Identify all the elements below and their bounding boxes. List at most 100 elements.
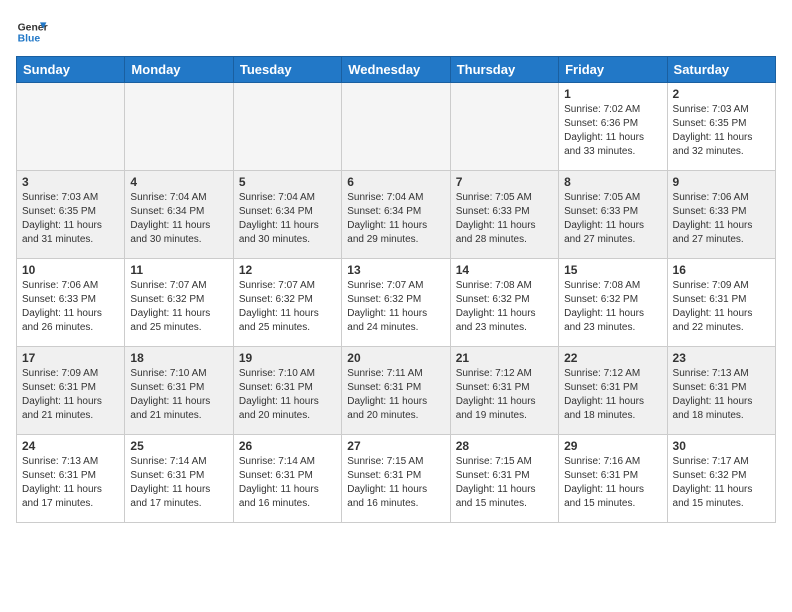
calendar-cell: 17 Sunrise: 7:09 AM Sunset: 6:31 PM Dayli… (17, 347, 125, 435)
calendar-cell: 19 Sunrise: 7:10 AM Sunset: 6:31 PM Dayli… (233, 347, 341, 435)
calendar-cell (125, 83, 233, 171)
calendar-table: SundayMondayTuesdayWednesdayThursdayFrid… (16, 56, 776, 523)
day-number: 7 (456, 175, 553, 189)
calendar-cell: 4Sunrise: 7:04 AM Sunset: 6:34 PM Daylig… (125, 171, 233, 259)
day-info: Sunrise: 7:11 AM Sunset: 6:31 PM Dayligh… (347, 367, 444, 423)
calendar-cell: 1Sunrise: 7:02 AM Sunset: 6:36 PM Daylig… (559, 83, 667, 171)
day-number: 30 (673, 439, 770, 453)
day-number: 27 (347, 439, 444, 453)
calendar-week-3: 10 Sunrise: 7:06 AM Sunset: 6:33 PM Dayli… (17, 259, 776, 347)
calendar-cell: 30 Sunrise: 7:17 AM Sunset: 6:32 PM Dayli… (667, 435, 775, 523)
day-info: Sunrise: 7:08 AM Sunset: 6:32 PM Dayligh… (456, 279, 553, 335)
calendar-cell: 14 Sunrise: 7:08 AM Sunset: 6:32 PM Dayli… (450, 259, 558, 347)
calendar-week-4: 17 Sunrise: 7:09 AM Sunset: 6:31 PM Dayli… (17, 347, 776, 435)
calendar-cell: 22 Sunrise: 7:12 AM Sunset: 6:31 PM Dayli… (559, 347, 667, 435)
day-number: 26 (239, 439, 336, 453)
calendar-cell: 3 Sunrise: 7:03 AM Sunset: 6:35 PM Daylig… (17, 171, 125, 259)
calendar-cell: 25 Sunrise: 7:14 AM Sunset: 6:31 PM Dayli… (125, 435, 233, 523)
calendar-week-5: 24Sunrise: 7:13 AM Sunset: 6:31 PM Dayli… (17, 435, 776, 523)
day-info: Sunrise: 7:15 AM Sunset: 6:31 PM Dayligh… (347, 455, 444, 511)
calendar-cell: 26 Sunrise: 7:14 AM Sunset: 6:31 PM Dayli… (233, 435, 341, 523)
calendar-cell (17, 83, 125, 171)
day-info: Sunrise: 7:05 AM Sunset: 6:33 PM Dayligh… (564, 191, 661, 247)
day-info: Sunrise: 7:03 AM Sunset: 6:35 PM Dayligh… (673, 103, 770, 159)
calendar-cell: 9 Sunrise: 7:06 AM Sunset: 6:33 PM Daylig… (667, 171, 775, 259)
calendar-cell (450, 83, 558, 171)
calendar-cell: 5Sunrise: 7:04 AM Sunset: 6:34 PM Daylig… (233, 171, 341, 259)
day-info: Sunrise: 7:09 AM Sunset: 6:31 PM Dayligh… (22, 367, 119, 423)
calendar-cell: 20 Sunrise: 7:11 AM Sunset: 6:31 PM Dayli… (342, 347, 450, 435)
day-number: 25 (130, 439, 227, 453)
weekday-header-saturday: Saturday (667, 57, 775, 83)
calendar-cell: 2 Sunrise: 7:03 AM Sunset: 6:35 PM Daylig… (667, 83, 775, 171)
day-info: Sunrise: 7:07 AM Sunset: 6:32 PM Dayligh… (130, 279, 227, 335)
calendar-week-1: 1Sunrise: 7:02 AM Sunset: 6:36 PM Daylig… (17, 83, 776, 171)
day-number: 14 (456, 263, 553, 277)
day-info: Sunrise: 7:07 AM Sunset: 6:32 PM Dayligh… (239, 279, 336, 335)
weekday-header-sunday: Sunday (17, 57, 125, 83)
calendar-cell: 12 Sunrise: 7:07 AM Sunset: 6:32 PM Dayli… (233, 259, 341, 347)
day-info: Sunrise: 7:04 AM Sunset: 6:34 PM Dayligh… (347, 191, 444, 247)
logo: General Blue (16, 16, 48, 48)
day-info: Sunrise: 7:04 AM Sunset: 6:34 PM Dayligh… (130, 191, 227, 247)
day-number: 10 (22, 263, 119, 277)
calendar-cell: 13 Sunrise: 7:07 AM Sunset: 6:32 PM Dayli… (342, 259, 450, 347)
day-info: Sunrise: 7:17 AM Sunset: 6:32 PM Dayligh… (673, 455, 770, 511)
day-info: Sunrise: 7:04 AM Sunset: 6:34 PM Dayligh… (239, 191, 336, 247)
day-info: Sunrise: 7:12 AM Sunset: 6:31 PM Dayligh… (456, 367, 553, 423)
day-number: 28 (456, 439, 553, 453)
day-number: 23 (673, 351, 770, 365)
page-header: General Blue (16, 16, 776, 48)
weekday-header-row: SundayMondayTuesdayWednesdayThursdayFrid… (17, 57, 776, 83)
day-number: 22 (564, 351, 661, 365)
calendar-cell: 29 Sunrise: 7:16 AM Sunset: 6:31 PM Dayli… (559, 435, 667, 523)
day-number: 16 (673, 263, 770, 277)
day-info: Sunrise: 7:07 AM Sunset: 6:32 PM Dayligh… (347, 279, 444, 335)
day-number: 8 (564, 175, 661, 189)
calendar-cell: 23Sunrise: 7:13 AM Sunset: 6:31 PM Dayli… (667, 347, 775, 435)
weekday-header-thursday: Thursday (450, 57, 558, 83)
day-info: Sunrise: 7:03 AM Sunset: 6:35 PM Dayligh… (22, 191, 119, 247)
day-number: 13 (347, 263, 444, 277)
calendar-cell: 6 Sunrise: 7:04 AM Sunset: 6:34 PM Daylig… (342, 171, 450, 259)
svg-text:Blue: Blue (18, 34, 41, 45)
day-info: Sunrise: 7:14 AM Sunset: 6:31 PM Dayligh… (130, 455, 227, 511)
calendar-cell: 16 Sunrise: 7:09 AM Sunset: 6:31 PM Dayli… (667, 259, 775, 347)
day-info: Sunrise: 7:14 AM Sunset: 6:31 PM Dayligh… (239, 455, 336, 511)
day-info: Sunrise: 7:15 AM Sunset: 6:31 PM Dayligh… (456, 455, 553, 511)
calendar-cell (233, 83, 341, 171)
day-info: Sunrise: 7:06 AM Sunset: 6:33 PM Dayligh… (22, 279, 119, 335)
day-number: 29 (564, 439, 661, 453)
calendar-cell: 7 Sunrise: 7:05 AM Sunset: 6:33 PM Daylig… (450, 171, 558, 259)
day-info: Sunrise: 7:10 AM Sunset: 6:31 PM Dayligh… (130, 367, 227, 423)
day-info: Sunrise: 7:10 AM Sunset: 6:31 PM Dayligh… (239, 367, 336, 423)
day-number: 19 (239, 351, 336, 365)
day-number: 3 (22, 175, 119, 189)
day-number: 17 (22, 351, 119, 365)
day-info: Sunrise: 7:05 AM Sunset: 6:33 PM Dayligh… (456, 191, 553, 247)
day-number: 2 (673, 87, 770, 101)
calendar-cell: 28 Sunrise: 7:15 AM Sunset: 6:31 PM Dayli… (450, 435, 558, 523)
calendar-cell: 10 Sunrise: 7:06 AM Sunset: 6:33 PM Dayli… (17, 259, 125, 347)
weekday-header-friday: Friday (559, 57, 667, 83)
day-info: Sunrise: 7:06 AM Sunset: 6:33 PM Dayligh… (673, 191, 770, 247)
day-number: 21 (456, 351, 553, 365)
day-info: Sunrise: 7:13 AM Sunset: 6:31 PM Dayligh… (22, 455, 119, 511)
calendar-cell: 11 Sunrise: 7:07 AM Sunset: 6:32 PM Dayli… (125, 259, 233, 347)
calendar-cell: 27 Sunrise: 7:15 AM Sunset: 6:31 PM Dayli… (342, 435, 450, 523)
weekday-header-monday: Monday (125, 57, 233, 83)
day-info: Sunrise: 7:16 AM Sunset: 6:31 PM Dayligh… (564, 455, 661, 511)
day-number: 20 (347, 351, 444, 365)
calendar-cell: 21 Sunrise: 7:12 AM Sunset: 6:31 PM Dayli… (450, 347, 558, 435)
day-number: 15 (564, 263, 661, 277)
calendar-cell: 8 Sunrise: 7:05 AM Sunset: 6:33 PM Daylig… (559, 171, 667, 259)
weekday-header-tuesday: Tuesday (233, 57, 341, 83)
day-info: Sunrise: 7:09 AM Sunset: 6:31 PM Dayligh… (673, 279, 770, 335)
day-number: 11 (130, 263, 227, 277)
day-info: Sunrise: 7:12 AM Sunset: 6:31 PM Dayligh… (564, 367, 661, 423)
day-number: 12 (239, 263, 336, 277)
calendar-week-2: 3 Sunrise: 7:03 AM Sunset: 6:35 PM Daylig… (17, 171, 776, 259)
day-number: 9 (673, 175, 770, 189)
day-number: 1 (564, 87, 661, 101)
day-number: 6 (347, 175, 444, 189)
